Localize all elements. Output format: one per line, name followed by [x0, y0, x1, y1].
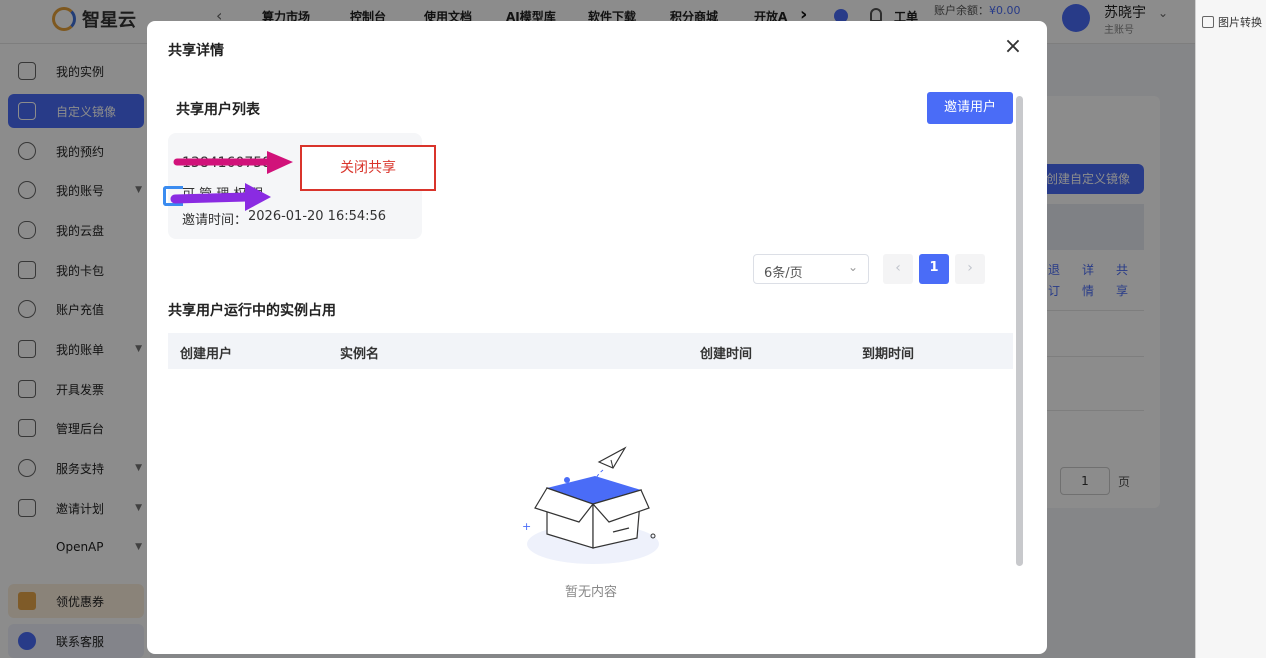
- instances-table-header: 创建用户 实例名 创建时间 到期时间: [168, 333, 1013, 369]
- shared-user-permission: 可 管 理 权 限: [182, 187, 264, 202]
- invite-time-label: 邀请时间：: [182, 213, 248, 228]
- chevron-left-icon: ‹: [895, 260, 901, 276]
- invite-user-button[interactable]: 邀请用户: [927, 92, 1013, 124]
- svg-text:+: +: [522, 520, 531, 533]
- empty-box-icon: +: [522, 446, 659, 564]
- column-created-time: 创建时间: [700, 347, 753, 362]
- column-instance-name: 实例名: [340, 347, 380, 362]
- chevron-right-icon: ›: [967, 260, 973, 276]
- page-size-select[interactable]: 6条/页 ⌄: [753, 254, 869, 284]
- modal-scrollbar[interactable]: [1016, 96, 1023, 566]
- page-size-value: 6条/页: [764, 266, 803, 281]
- image-convert-item[interactable]: 图片转换: [1202, 14, 1262, 30]
- image-convert-label: 图片转换: [1218, 16, 1262, 29]
- column-creator: 创建用户: [180, 347, 233, 362]
- close-share-button[interactable]: 关闭共享: [300, 145, 436, 191]
- share-details-modal: 共享详情 × 共享用户列表 邀请用户 1384160758 可 管 理 权 限 …: [147, 21, 1047, 654]
- next-page-button[interactable]: ›: [955, 254, 985, 284]
- image-icon: [1202, 16, 1214, 28]
- shared-users-title: 共享用户列表: [176, 102, 260, 118]
- chevron-down-icon: ⌄: [847, 260, 858, 274]
- empty-state-text: 暂无内容: [564, 585, 617, 600]
- close-icon[interactable]: ×: [1002, 36, 1024, 59]
- column-expire-time: 到期时间: [862, 347, 915, 362]
- running-instances-title: 共享用户运行中的实例占用: [168, 303, 336, 319]
- page-number-button[interactable]: 1: [919, 254, 949, 284]
- prev-page-button[interactable]: ‹: [883, 254, 913, 284]
- invite-time: 2026-01-20 16:54:56: [248, 209, 387, 224]
- selection-marker: [163, 186, 183, 206]
- modal-title: 共享详情: [168, 43, 224, 59]
- shared-user-phone: 1384160758: [182, 155, 272, 171]
- side-panel: 图片转换: [1195, 0, 1266, 658]
